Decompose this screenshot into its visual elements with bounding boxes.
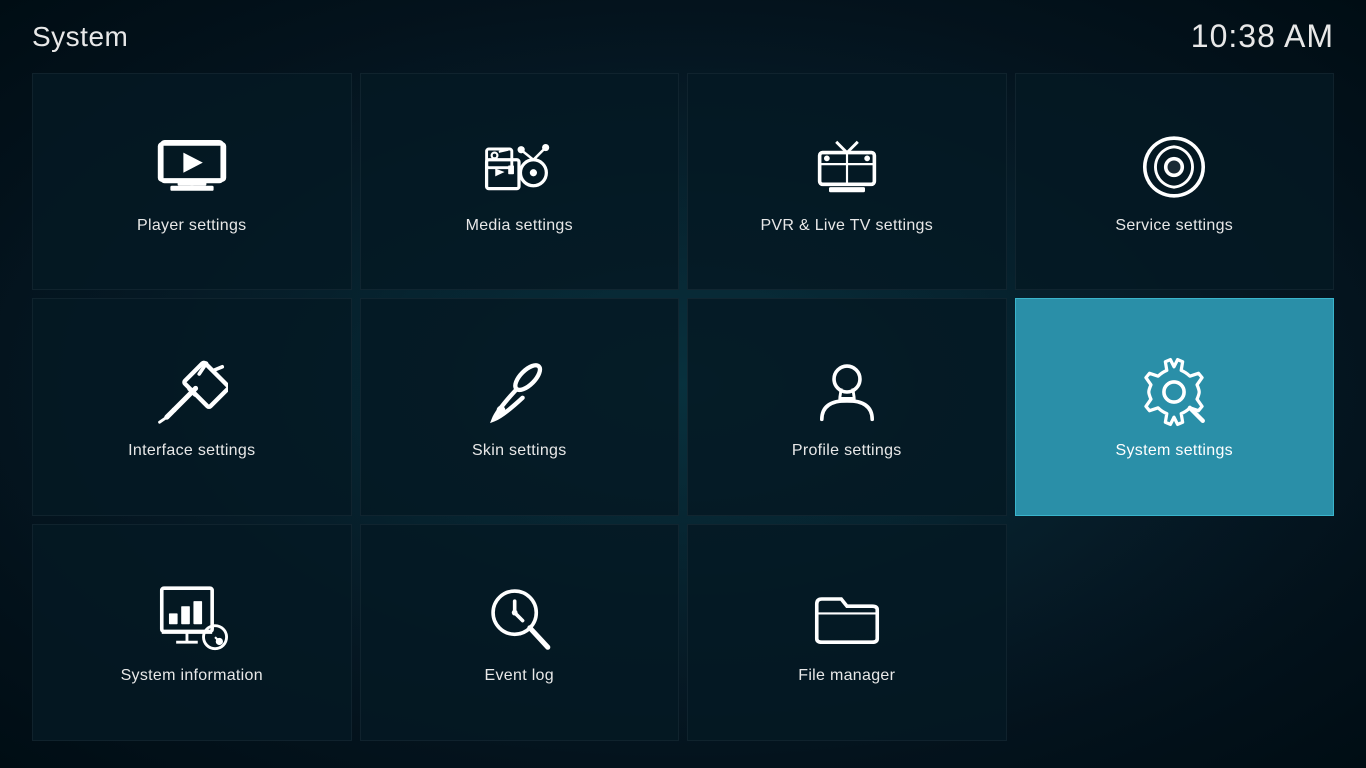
tile-file-manager[interactable]: File manager [687,524,1007,741]
system-settings-icon [1138,356,1210,428]
tile-profile-settings[interactable]: Profile settings [687,298,1007,515]
event-log-label: Event log [485,667,554,685]
pvr-settings-icon [811,131,883,203]
tile-system-settings[interactable]: System settings [1015,298,1335,515]
settings-grid: Player settings Media settings [0,65,1366,761]
skin-settings-label: Skin settings [472,442,567,460]
interface-settings-label: Interface settings [128,442,255,460]
tile-interface-settings[interactable]: Interface settings [32,298,352,515]
page-title: System [32,21,128,53]
media-settings-icon [483,131,555,203]
tile-media-settings[interactable]: Media settings [360,73,680,290]
service-settings-icon [1138,131,1210,203]
clock: 10:38 AM [1191,18,1334,55]
tile-player-settings[interactable]: Player settings [32,73,352,290]
player-settings-label: Player settings [137,217,246,235]
system-information-icon [156,581,228,653]
tile-system-information[interactable]: System information [32,524,352,741]
tile-pvr-settings[interactable]: PVR & Live TV settings [687,73,1007,290]
tile-skin-settings[interactable]: Skin settings [360,298,680,515]
interface-settings-icon [156,356,228,428]
tile-empty [1015,524,1335,741]
media-settings-label: Media settings [466,217,573,235]
profile-settings-icon [811,356,883,428]
system-information-label: System information [121,667,263,685]
skin-settings-icon [483,356,555,428]
tile-service-settings[interactable]: Service settings [1015,73,1335,290]
pvr-settings-label: PVR & Live TV settings [760,217,933,235]
service-settings-label: Service settings [1115,217,1233,235]
file-manager-icon [811,581,883,653]
player-settings-icon [156,131,228,203]
event-log-icon [483,581,555,653]
system-settings-label: System settings [1116,442,1233,460]
profile-settings-label: Profile settings [792,442,902,460]
tile-event-log[interactable]: Event log [360,524,680,741]
file-manager-label: File manager [798,667,895,685]
